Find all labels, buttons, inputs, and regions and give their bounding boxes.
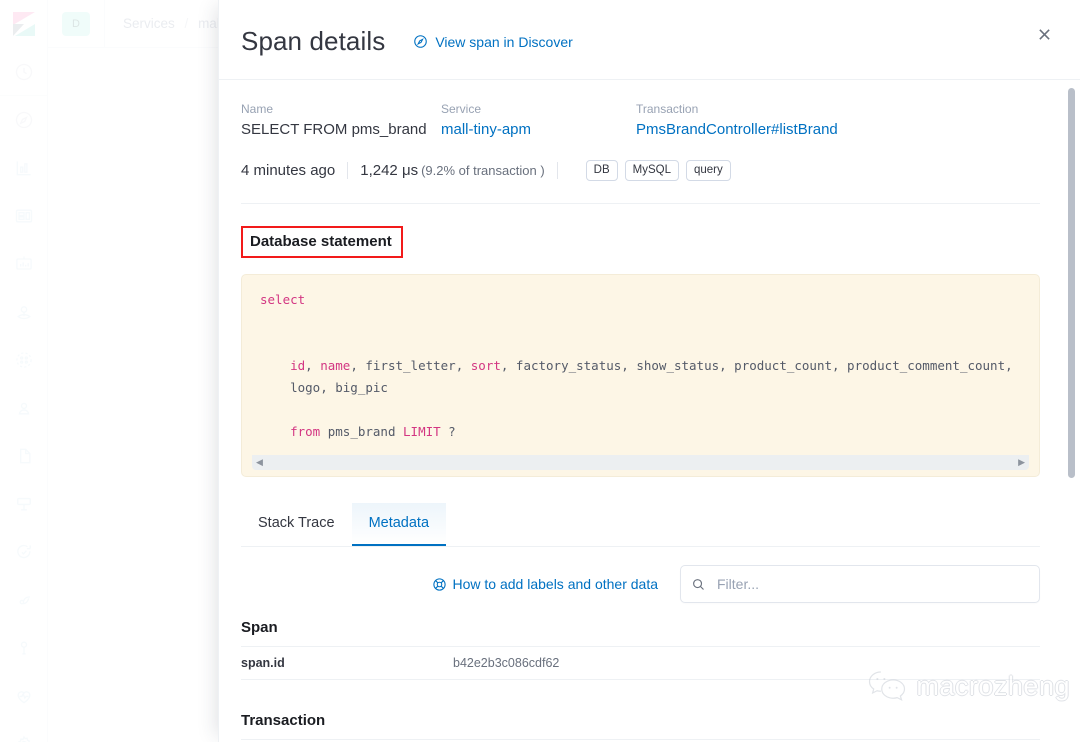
duration-value: 1,242 μs (360, 162, 419, 179)
name-label: Name (241, 102, 274, 116)
sidebar-item-siem[interactable] (0, 576, 47, 624)
topbar-divider (104, 0, 105, 48)
badge-query: query (685, 160, 731, 181)
maps-icon (16, 306, 31, 320)
infrastructure-icon (18, 402, 29, 415)
flyout-header: Span details View span in Discover (219, 0, 1080, 80)
service-label: Service (441, 102, 482, 116)
span-type-badges: DB MySQL query (585, 160, 731, 181)
span-meta-row: 4 minutes ago 1,242 μs (9.2% of transact… (241, 160, 1040, 181)
sidebar-item-dashboard[interactable] (0, 192, 47, 240)
page-title: Span details (241, 26, 386, 56)
space-badge[interactable]: D (62, 11, 90, 36)
sidebar-item-canvas[interactable] (0, 240, 47, 288)
duration-percent: (9.2% of transaction ) (421, 163, 545, 178)
kibana-logo[interactable] (0, 0, 48, 48)
span-summary: Name SELECT FROM pms_brand Service mall-… (241, 102, 1040, 138)
search-icon (693, 578, 704, 590)
how-to-add-labels-link[interactable]: How to add labels and other data (432, 576, 658, 592)
transaction-label: Transaction (636, 102, 699, 116)
recently-viewed-icon (15, 63, 32, 80)
dev-tools-icon (20, 641, 27, 655)
logs-icon (19, 448, 30, 464)
sidebar-item-maps[interactable] (0, 288, 47, 336)
transaction-link[interactable]: PmsBrandController#listBrand (636, 121, 838, 138)
kibana-logo-icon (12, 11, 35, 36)
flyout-vertical-scrollbar[interactable] (1068, 88, 1075, 478)
sidebar-item-uptime[interactable] (0, 528, 47, 576)
discover-compass-icon (414, 35, 428, 48)
help-lifebuoy-icon (432, 577, 446, 591)
sidebar-item-discover[interactable] (0, 96, 47, 144)
metadata-key: span.id (241, 656, 285, 670)
timestamp: 4 minutes ago (241, 162, 336, 179)
badge-db: DB (585, 160, 618, 181)
detail-tabs: Stack Trace Metadata (241, 503, 1040, 547)
code-horizontal-scrollbar[interactable]: ◀ ▶ (252, 455, 1029, 470)
apm-icon (16, 497, 31, 511)
scroll-right-arrow-icon[interactable]: ▶ (1018, 457, 1025, 468)
sidebar-item-logs[interactable] (0, 432, 47, 480)
summary-transaction-column: Transaction PmsBrandController#listBrand (636, 102, 838, 138)
monitoring-icon (16, 691, 31, 704)
metadata-group-transaction: Transaction transaction.id e5f9e06f67b18… (241, 712, 1040, 742)
breadcrumb-item-services[interactable]: Services (123, 16, 175, 31)
visualize-icon (16, 161, 31, 176)
database-statement-heading: Database statement (241, 226, 403, 258)
canvas-icon (15, 256, 32, 270)
sidebar-item-apm[interactable] (0, 480, 47, 528)
metadata-group-span: Span span.id b42e2b3c086cdf62 (241, 619, 1040, 680)
meta-divider-1 (347, 162, 349, 179)
metadata-group-title: Transaction (241, 712, 326, 729)
metadata-toolbar: How to add labels and other data (241, 565, 1040, 603)
scroll-left-arrow-icon[interactable]: ◀ (256, 457, 263, 468)
tab-metadata[interactable]: Metadata (351, 503, 447, 546)
uptime-icon (16, 544, 31, 559)
sidebar-item-management[interactable] (0, 720, 47, 742)
discover-link-label: View span in Discover (435, 33, 573, 50)
name-value: SELECT FROM pms_brand (241, 121, 427, 138)
metadata-value: b42e2b3c086cdf62 (453, 656, 560, 670)
sidebar-item-machine-learning[interactable] (0, 336, 47, 384)
sidebar-item-monitoring[interactable] (0, 672, 47, 720)
table-row: span.id b42e2b3c086cdf62 (241, 646, 1040, 680)
flyout-body: Name SELECT FROM pms_brand Service mall-… (219, 80, 1080, 742)
how-to-link-label: How to add labels and other data (452, 576, 658, 592)
sidebar-item-recently-viewed[interactable] (0, 48, 47, 96)
tab-stack-trace[interactable]: Stack Trace (241, 503, 352, 546)
sql-code-block: select id, name, first_letter, sort, fac… (241, 274, 1040, 477)
summary-service-column: Service mall-tiny-apm (441, 102, 636, 138)
screen-root: D Services / mall-tin (0, 0, 1080, 742)
sidebar-item-infrastructure[interactable] (0, 384, 47, 432)
span-details-flyout: Span details View span in Discover Name … (218, 0, 1080, 742)
database-statement-heading-wrap: Database statement (241, 226, 403, 258)
view-span-in-discover-link[interactable]: View span in Discover (413, 33, 573, 50)
dashboard-icon (15, 209, 32, 223)
metadata-group-title: Span (241, 619, 278, 636)
sidebar-item-dev-tools[interactable] (0, 624, 47, 672)
breadcrumb-separator: / (184, 16, 189, 31)
sidebar-item-visualize[interactable] (0, 144, 47, 192)
flyout-scroll-area: Span details View span in Discover Name … (219, 0, 1080, 742)
filter-input[interactable] (715, 575, 1029, 593)
meta-divider-2 (556, 162, 558, 179)
discover-icon (15, 111, 32, 129)
management-icon (17, 735, 30, 742)
summary-divider (241, 203, 1040, 204)
machine-learning-icon (15, 352, 32, 368)
service-link[interactable]: mall-tiny-apm (441, 121, 636, 138)
badge-mysql: MySQL (624, 160, 679, 181)
sql-code-text: select id, name, first_letter, sort, fac… (260, 292, 1013, 439)
summary-name-column: Name SELECT FROM pms_brand (241, 102, 441, 138)
primary-sidebar (0, 48, 48, 742)
filter-field[interactable] (680, 565, 1040, 603)
siem-icon (19, 596, 30, 605)
